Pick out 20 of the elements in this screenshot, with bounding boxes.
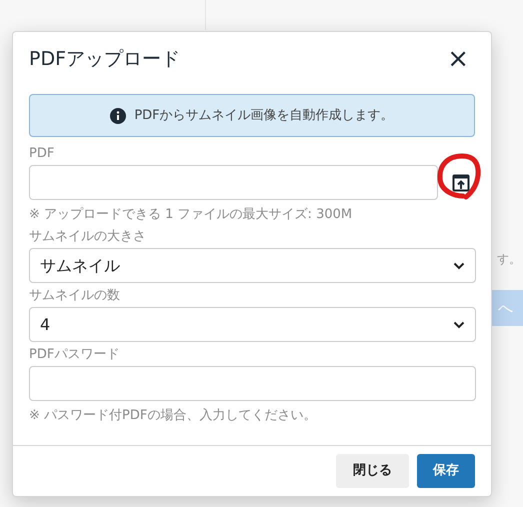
upload-icon[interactable] <box>452 174 470 192</box>
close-button[interactable]: × <box>441 46 475 72</box>
info-icon <box>110 108 126 124</box>
field-label: PDFパスワード <box>29 346 120 364</box>
save-button[interactable]: 保存 <box>417 454 475 488</box>
field-label: サムネイルの数 <box>29 287 120 305</box>
close-dialog-button[interactable]: 閉じる <box>336 454 409 488</box>
background-text: す。 <box>497 251 521 268</box>
dialog-title: PDFアップロード <box>29 46 180 72</box>
help-text: ※ アップロードできる 1 ファイルの最大サイズ: 300M <box>29 206 352 224</box>
chevron-down-icon <box>453 320 465 328</box>
field-label: サムネイルの大きさ <box>29 228 146 246</box>
help-text: ※ パスワード付PDFの場合、入力してください。 <box>29 407 316 425</box>
field-label: PDF <box>29 145 54 163</box>
select-field[interactable]: 4 <box>29 307 476 342</box>
file-field[interactable] <box>29 165 438 200</box>
select-field[interactable]: サムネイル <box>29 248 476 283</box>
password-field[interactable] <box>29 366 476 401</box>
chevron-down-icon <box>453 262 465 270</box>
alert-text: PDFからサムネイル画像を自動作成します。 <box>134 106 394 125</box>
